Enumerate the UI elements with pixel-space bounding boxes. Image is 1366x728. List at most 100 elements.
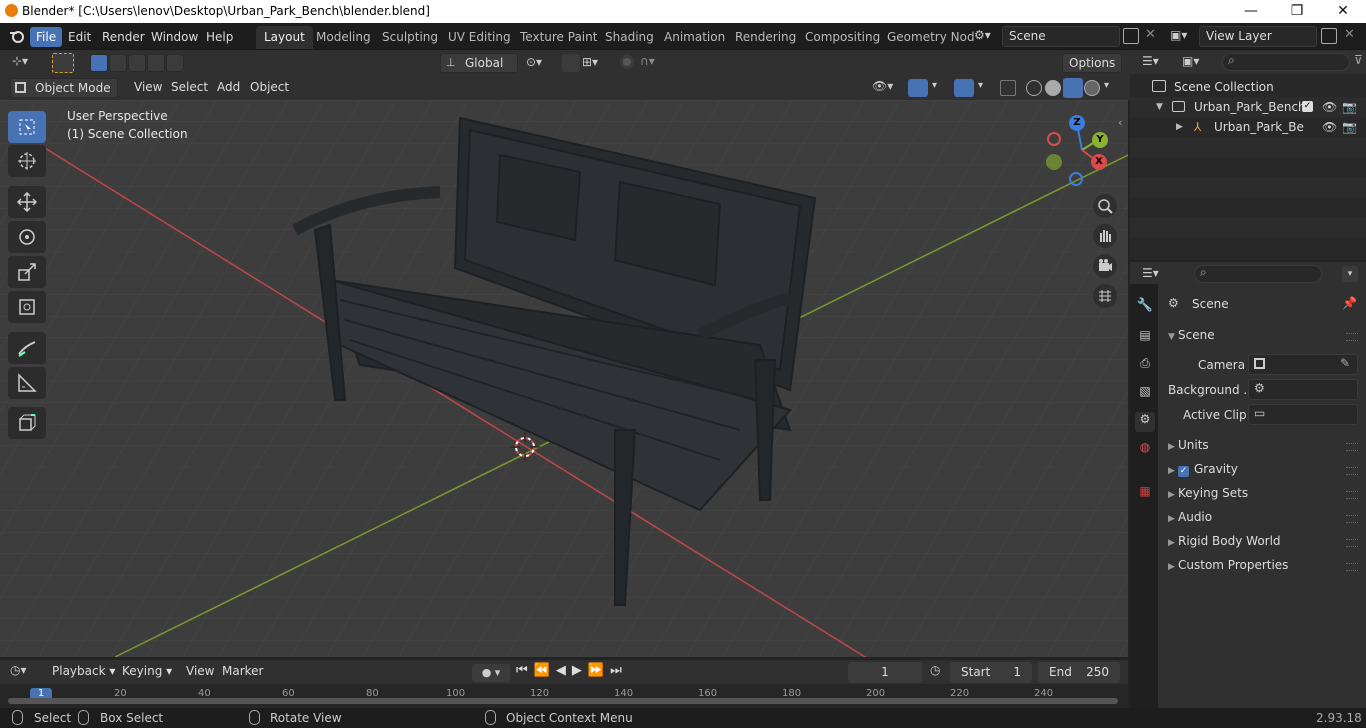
select-mode-invert-icon[interactable]	[147, 54, 165, 72]
panel-scene-header[interactable]: ▼ Scene	[1168, 324, 1215, 346]
tab-sculpting[interactable]: Sculpting	[374, 26, 446, 49]
eyedropper-icon[interactable]: ✎	[1340, 356, 1350, 370]
tab-rendering[interactable]: Rendering	[727, 26, 804, 49]
navigation-gizmo[interactable]: Z Y X	[1040, 112, 1120, 192]
outliner-editor-type-icon[interactable]: ☰▾	[1142, 54, 1159, 68]
tab-uv-editing[interactable]: UV Editing	[440, 26, 519, 49]
close-window-button[interactable]: ✕	[1320, 0, 1366, 23]
blender-menu-icon[interactable]	[9, 29, 25, 43]
outliner-row-scene-collection[interactable]: Scene Collection	[1130, 77, 1366, 97]
panel-drag-grip[interactable]	[1346, 491, 1358, 499]
menu-object[interactable]: Object	[244, 78, 295, 98]
scene-tab-icon[interactable]: ⚙	[1135, 412, 1155, 432]
new-view-layer-icon[interactable]	[1321, 28, 1337, 44]
panel-drag-grip[interactable]	[1346, 515, 1358, 523]
xray-toggle-icon[interactable]	[1000, 80, 1016, 96]
panel-drag-grip[interactable]	[1346, 443, 1358, 451]
menu-render[interactable]: Render	[96, 27, 151, 47]
proportional-edit-icon[interactable]	[620, 55, 634, 69]
panel-drag-grip[interactable]	[1346, 467, 1358, 475]
gizmo-toggle-icon[interactable]	[908, 79, 928, 97]
rotate-tool[interactable]	[8, 221, 46, 253]
world-tab-icon[interactable]: ◍	[1135, 440, 1155, 460]
gravity-checkbox[interactable]: ✓	[1178, 466, 1189, 477]
menu-help[interactable]: Help	[200, 27, 239, 47]
measure-tool[interactable]	[8, 367, 46, 399]
panel-gravity[interactable]: ▶ ✓ Gravity	[1168, 458, 1238, 480]
view-layer-field[interactable]: View Layer	[1199, 26, 1317, 47]
tool-tab-icon[interactable]: 🔧	[1135, 298, 1155, 318]
gizmo-axis-y[interactable]: Y	[1092, 132, 1108, 148]
pan-view-button[interactable]	[1093, 224, 1117, 248]
gizmo-axis-neg-z[interactable]	[1069, 172, 1083, 186]
properties-editor-type-icon[interactable]: ☰▾	[1142, 266, 1159, 280]
view-layer-browse-icon[interactable]: ▣▾	[1170, 28, 1196, 46]
gizmo-axis-x[interactable]: X	[1091, 154, 1107, 170]
gizmo-axis-z[interactable]: Z	[1069, 115, 1085, 131]
menu-keying[interactable]: Keying ▾	[116, 662, 178, 682]
snap-target-icon[interactable]: ⊞▾	[582, 55, 598, 69]
overlay-toggle-icon[interactable]	[954, 79, 974, 97]
solid-shading-icon[interactable]	[1045, 80, 1061, 96]
snap-toggle-icon[interactable]	[562, 54, 580, 72]
wireframe-shading-icon[interactable]	[1026, 80, 1042, 96]
end-frame-field[interactable]: End 250	[1038, 662, 1120, 683]
panel-audio[interactable]: ▶ Audio	[1168, 506, 1212, 528]
menu-add[interactable]: Add	[211, 78, 246, 98]
gizmo-axis-neg-y[interactable]	[1046, 154, 1062, 170]
delete-view-layer-icon[interactable]: ✕	[1344, 27, 1355, 42]
tab-texture-paint[interactable]: Texture Paint	[512, 26, 605, 49]
scene-name-field[interactable]: Scene	[1002, 26, 1120, 47]
zoom-view-button[interactable]	[1093, 194, 1117, 218]
3d-viewport[interactable]: User Perspective (1) Scene Collection ‹	[0, 100, 1128, 657]
jump-keyframe-forward-icon[interactable]: ⏩	[588, 663, 610, 678]
panel-drag-grip[interactable]	[1346, 563, 1358, 571]
timeline-editor-type-icon[interactable]: ◷▾	[10, 663, 27, 677]
options-dropdown[interactable]: Options	[1062, 53, 1122, 73]
pin-icon[interactable]: 📌	[1342, 296, 1357, 310]
pivot-point-icon[interactable]: ⊙▾	[526, 55, 542, 69]
material-preview-shading-icon[interactable]	[1063, 78, 1083, 98]
gizmo-dropdown-icon[interactable]: ▾	[932, 80, 937, 91]
camera-render-icon[interactable]: 📷	[1342, 97, 1357, 117]
new-scene-icon[interactable]	[1123, 28, 1139, 44]
panel-drag-grip[interactable]	[1346, 333, 1358, 341]
select-mode-subtract-icon[interactable]	[128, 54, 146, 72]
editor-type-icon[interactable]: ⊹▾	[12, 54, 42, 72]
maximize-button[interactable]: ❐	[1274, 0, 1320, 23]
menu-view[interactable]: View	[128, 78, 168, 98]
menu-marker[interactable]: Marker	[216, 662, 269, 682]
visibility-icon[interactable]: 👁▾	[872, 79, 893, 93]
view-layer-tab-icon[interactable]: ▧	[1135, 384, 1155, 404]
menu-file[interactable]: File	[30, 27, 63, 47]
tab-layout[interactable]: Layout	[256, 26, 313, 49]
play-reverse-icon[interactable]: ◀	[556, 663, 572, 678]
overlay-dropdown-icon[interactable]: ▾	[978, 80, 983, 91]
proportional-falloff-icon[interactable]: ∩▾	[640, 54, 655, 68]
tab-compositing[interactable]: Compositing	[797, 26, 888, 49]
current-frame-field[interactable]: 1	[848, 662, 922, 683]
panel-rigid-body-world[interactable]: ▶ Rigid Body World	[1168, 530, 1281, 552]
properties-options-icon[interactable]: ▾	[1342, 266, 1358, 282]
menu-window[interactable]: Window	[145, 27, 204, 47]
panel-custom-properties[interactable]: ▶ Custom Properties	[1168, 554, 1288, 576]
cursor-tool[interactable]	[8, 145, 46, 177]
minimize-button[interactable]: —	[1228, 0, 1274, 23]
panel-units[interactable]: ▶ Units	[1168, 434, 1209, 456]
jump-start-icon[interactable]: ⏮	[516, 663, 534, 678]
tab-modeling[interactable]: Modeling	[308, 26, 379, 49]
timeline-area[interactable]: 1 20 40 60 80 100 120 140 160 180 200 22…	[0, 684, 1128, 708]
eye-icon[interactable]: 👁	[1322, 117, 1337, 137]
render-tab-icon[interactable]: ▤	[1135, 328, 1155, 348]
preview-range-icon[interactable]: ◷	[930, 663, 940, 677]
select-tool-mode-icon[interactable]	[52, 53, 74, 73]
move-tool[interactable]	[8, 186, 46, 218]
panel-drag-grip[interactable]	[1346, 539, 1358, 547]
panel-keying-sets[interactable]: ▶ Keying Sets	[1168, 482, 1248, 504]
ortho-toggle-button[interactable]	[1093, 284, 1117, 308]
expand-down-icon[interactable]: ▼	[1156, 97, 1163, 117]
select-mode-intersect-icon[interactable]	[166, 54, 184, 72]
outliner-row-collection[interactable]: ▼ Urban_Park_Bench_0 ✓ 👁 📷	[1130, 97, 1366, 117]
eye-icon[interactable]: 👁	[1322, 97, 1337, 117]
play-icon[interactable]: ▶	[572, 663, 588, 678]
